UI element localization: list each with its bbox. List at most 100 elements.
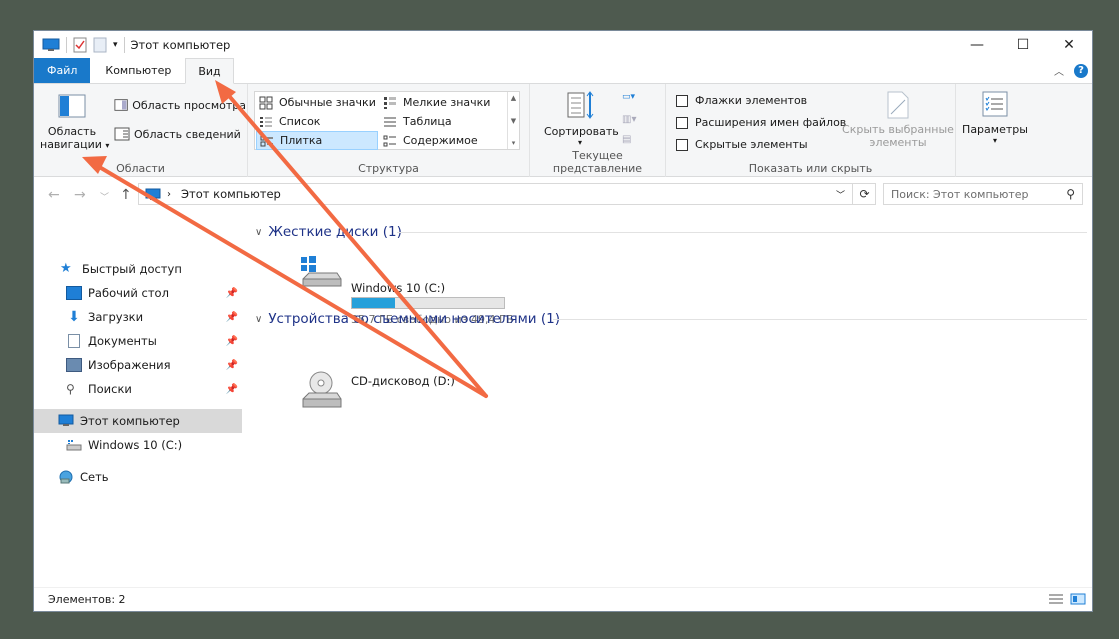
item-checkboxes-checkbox[interactable]: [676, 94, 688, 107]
pin-icon[interactable]: 📌: [226, 336, 238, 347]
maximize-button[interactable]: ☐: [1000, 31, 1046, 59]
section-hard-drives-label: Жесткие диски (1): [268, 224, 402, 240]
size-columns-button[interactable]: ▤: [622, 134, 631, 145]
minimize-button[interactable]: —: [954, 31, 1000, 59]
add-columns-button[interactable]: ▥▾: [622, 114, 636, 125]
drive-c-name: Windows 10 (C:): [351, 281, 446, 295]
layout-small-icons[interactable]: Мелкие значки: [380, 93, 504, 112]
nav-item-documents[interactable]: Документы 📌: [34, 329, 242, 353]
qat-separator-2: [123, 37, 125, 53]
layout-tiles[interactable]: Плитка: [256, 131, 378, 150]
group-current-view: Сортировать ▾ ▭▾ ▥▾ ▤ Текущее представле…: [530, 84, 666, 177]
scroll-up-icon[interactable]: ▲: [511, 94, 516, 102]
pin-icon[interactable]: 📌: [226, 384, 238, 395]
preview-pane-icon: [114, 99, 128, 111]
details-view-icon[interactable]: [1048, 593, 1064, 605]
file-extensions-label: Расширения имен файлов: [695, 116, 847, 129]
network-icon: [59, 470, 73, 484]
layout-content[interactable]: Содержимое: [380, 131, 504, 150]
collapse-ribbon-icon[interactable]: ︿: [1054, 63, 1064, 78]
layout-large-icons-label: Обычные значки: [279, 96, 376, 109]
layout-details-label: Таблица: [403, 115, 452, 128]
layout-list[interactable]: Список: [256, 112, 378, 131]
pin-icon[interactable]: 📌: [226, 360, 238, 371]
qat-dropdown-icon[interactable]: ▾: [113, 40, 118, 50]
sort-label: Сортировать: [544, 125, 619, 138]
qat-separator: [66, 37, 67, 53]
address-row: ← → ﹀ ↑ › Этот компьютер ﹀ ⟳ ⚲: [34, 177, 1092, 211]
ribbon-tabs: Файл Компьютер Вид ︿ ?: [34, 58, 1092, 84]
chevron-down-icon[interactable]: ∨: [255, 314, 262, 325]
drive-c-usage-fill: [352, 298, 395, 308]
tiles-view-icon[interactable]: [1070, 593, 1086, 605]
nav-item-searches[interactable]: ⚲ Поиски 📌: [34, 377, 242, 401]
hide-selected-button[interactable]: Скрыть выбранные элементы: [842, 90, 954, 149]
refresh-button[interactable]: ⟳: [852, 183, 876, 205]
hidden-items-checkbox[interactable]: [676, 138, 688, 151]
title-bar: ▾ Этот компьютер — ☐ ✕: [34, 31, 1092, 59]
back-arrow-icon[interactable]: ←: [48, 187, 60, 203]
group-by-button[interactable]: ▭▾: [622, 92, 635, 102]
section-divider: [553, 319, 1087, 320]
up-arrow-icon[interactable]: ↑: [120, 187, 132, 203]
pin-icon[interactable]: 📌: [226, 312, 238, 323]
details-pane-button[interactable]: Область сведений: [114, 127, 241, 141]
search-box[interactable]: ⚲: [883, 183, 1083, 205]
details-pane-label: Область сведений: [134, 127, 241, 141]
group-label-show-hide: Показать или скрыть: [748, 162, 873, 175]
preview-pane-button[interactable]: Область просмотра: [114, 98, 246, 112]
pin-icon[interactable]: 📌: [226, 288, 238, 299]
gallery-expand-icon[interactable]: ▾: [512, 139, 516, 147]
recent-dropdown-icon[interactable]: ﹀: [100, 190, 109, 203]
breadcrumb[interactable]: Этот компьютер: [181, 187, 281, 201]
close-button[interactable]: ✕: [1046, 31, 1092, 59]
address-bar[interactable]: › Этот компьютер ﹀: [138, 183, 876, 205]
layout-details[interactable]: Таблица: [380, 112, 504, 131]
nav-network[interactable]: Сеть: [34, 465, 242, 489]
hide-selected-label-2: элементы: [869, 136, 927, 149]
computer-icon: [58, 414, 74, 426]
search-input[interactable]: [891, 187, 1061, 201]
properties-icon[interactable]: [73, 37, 87, 53]
help-icon[interactable]: ?: [1074, 63, 1088, 78]
forward-arrow-icon[interactable]: →: [74, 187, 86, 203]
file-extensions-checkbox[interactable]: [676, 116, 688, 129]
layout-gallery-scroll[interactable]: ▲ ▼ ▾: [507, 92, 519, 149]
nav-item-desktop[interactable]: Рабочий стол 📌: [34, 281, 242, 305]
chevron-down-icon[interactable]: ∨: [255, 227, 262, 238]
window-title: Этот компьютер: [130, 38, 231, 52]
new-folder-icon[interactable]: [93, 37, 107, 53]
nav-quick-access[interactable]: ★ Быстрый доступ: [34, 257, 242, 281]
nav-quick-access-label: Быстрый доступ: [82, 262, 182, 276]
item-checkboxes-option[interactable]: Флажки элементов: [676, 94, 807, 107]
section-header-removable[interactable]: ∨ Устройства со съемными носителями (1): [255, 311, 560, 327]
tab-computer[interactable]: Компьютер: [93, 58, 183, 83]
navigation-pane-label-2: навигации ▾: [40, 138, 110, 151]
options-button[interactable]: Параметры ▾: [960, 90, 1030, 145]
file-extensions-option[interactable]: Расширения имен файлов: [676, 116, 846, 129]
sort-chevron-icon: ▾: [577, 138, 582, 147]
nav-item-downloads[interactable]: ⬇ Загрузки 📌: [34, 305, 242, 329]
layout-list-label: Список: [279, 115, 321, 128]
scroll-down-icon[interactable]: ▼: [511, 117, 516, 125]
nav-documents-label: Документы: [88, 334, 157, 348]
sort-button[interactable]: Сортировать ▾: [544, 90, 619, 147]
sort-icon: [567, 91, 594, 119]
magnifier-icon: ⚲: [66, 382, 75, 396]
search-icon[interactable]: ⚲: [1066, 187, 1075, 201]
nav-drive-c[interactable]: Windows 10 (C:): [34, 433, 242, 457]
tab-view[interactable]: Вид: [185, 58, 234, 84]
group-label-panes: Области: [116, 162, 165, 175]
details-pane-icon: [114, 127, 130, 141]
tab-file[interactable]: Файл: [34, 58, 91, 83]
address-dropdown-icon[interactable]: ﹀: [836, 188, 845, 201]
nav-item-pictures[interactable]: Изображения 📌: [34, 353, 242, 377]
hidden-items-option[interactable]: Скрытые элементы: [676, 138, 808, 151]
nav-this-pc[interactable]: Этот компьютер: [34, 409, 242, 433]
breadcrumb-chevron-icon[interactable]: ›: [167, 189, 171, 200]
layout-large-icons[interactable]: Обычные значки: [256, 93, 378, 112]
navigation-pane-button[interactable]: Область навигации ▾: [40, 90, 110, 152]
window-controls: — ☐ ✕: [954, 31, 1092, 59]
section-header-hard-drives[interactable]: ∨ Жесткие диски (1): [255, 224, 402, 240]
large-icons-icon: [259, 96, 273, 109]
